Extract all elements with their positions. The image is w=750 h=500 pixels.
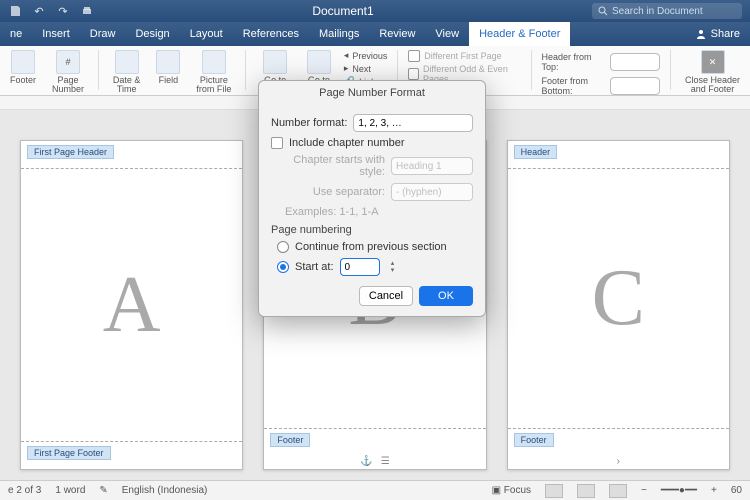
page-number-format-dialog: Page Number Format Number format: 1, 2, … bbox=[258, 80, 486, 317]
title-bar: ↶ ↷ Document1 Search in Document bbox=[0, 0, 750, 22]
continue-radio[interactable] bbox=[277, 241, 289, 253]
tab-header-footer[interactable]: Header & Footer bbox=[469, 22, 570, 46]
previous-button[interactable]: ◂ Previous bbox=[344, 50, 388, 61]
tab-references[interactable]: References bbox=[233, 22, 309, 46]
focus-mode[interactable]: ▣ Focus bbox=[492, 485, 531, 496]
search-input[interactable]: Search in Document bbox=[592, 3, 742, 19]
header-from-top-input[interactable] bbox=[610, 53, 660, 71]
page-1: First Page Header A First Page Footer bbox=[20, 140, 243, 470]
zoom-in-button[interactable]: + bbox=[711, 485, 717, 496]
word-count[interactable]: 1 word bbox=[55, 485, 85, 496]
view-web-icon[interactable] bbox=[577, 484, 595, 498]
menu-icon: ☰ bbox=[381, 456, 390, 467]
date-time-button[interactable]: Date & Time bbox=[109, 50, 145, 94]
page-letter: C bbox=[508, 169, 729, 428]
dialog-title: Page Number Format bbox=[259, 81, 485, 103]
page-3: Header C Footer › bbox=[507, 140, 730, 470]
document-title: Document1 bbox=[94, 4, 592, 18]
footer-badge: Footer bbox=[514, 433, 554, 447]
view-outline-icon[interactable] bbox=[609, 484, 627, 498]
picture-button[interactable]: Picture from File bbox=[192, 50, 235, 94]
position-group: Header from Top: Footer from Bottom: bbox=[542, 50, 661, 98]
start-at-input[interactable] bbox=[340, 258, 380, 276]
start-at-radio[interactable] bbox=[277, 261, 289, 273]
tab-mailings[interactable]: Mailings bbox=[309, 22, 369, 46]
tab-home[interactable]: ne bbox=[0, 22, 32, 46]
print-icon[interactable] bbox=[80, 4, 94, 18]
footer-badge: First Page Footer bbox=[27, 446, 111, 460]
cancel-button[interactable]: Cancel bbox=[359, 286, 413, 306]
footer-from-bottom-input[interactable] bbox=[610, 77, 660, 95]
options-group: Different First Page Different Odd & Eve… bbox=[408, 50, 520, 84]
start-at-stepper[interactable]: ▴▾ bbox=[388, 260, 398, 274]
number-format-select[interactable]: 1, 2, 3, … bbox=[353, 114, 473, 132]
anchor-icon: ⚓ bbox=[360, 456, 372, 467]
view-print-icon[interactable] bbox=[545, 484, 563, 498]
footer-button[interactable]: Footer bbox=[6, 50, 40, 85]
close-header-footer-button[interactable]: ✕Close Header and Footer bbox=[681, 50, 744, 94]
save-icon[interactable] bbox=[8, 4, 22, 18]
page-number-button[interactable]: #Page Number bbox=[48, 50, 88, 94]
separator-select: - (hyphen) bbox=[391, 183, 473, 201]
include-chapter-checkbox[interactable] bbox=[271, 137, 283, 149]
spellcheck-icon[interactable]: ✎ bbox=[99, 485, 107, 496]
share-button[interactable]: Share bbox=[685, 28, 750, 40]
undo-icon[interactable]: ↶ bbox=[32, 4, 46, 18]
diff-first-page-checkbox[interactable]: Different First Page bbox=[408, 50, 520, 62]
page-count[interactable]: e 2 of 3 bbox=[8, 485, 41, 496]
page-letter: A bbox=[21, 169, 242, 441]
menu-tabs: ne Insert Draw Design Layout References … bbox=[0, 22, 750, 46]
tab-insert[interactable]: Insert bbox=[32, 22, 80, 46]
language[interactable]: English (Indonesia) bbox=[122, 485, 208, 496]
tab-design[interactable]: Design bbox=[125, 22, 179, 46]
zoom-slider[interactable]: ━━━●━━ bbox=[661, 485, 697, 496]
footer-badge: Footer bbox=[270, 433, 310, 447]
status-bar: e 2 of 3 1 word ✎ English (Indonesia) ▣ … bbox=[0, 480, 750, 500]
tab-layout[interactable]: Layout bbox=[180, 22, 233, 46]
field-button[interactable]: Field bbox=[152, 50, 184, 85]
redo-icon[interactable]: ↷ bbox=[56, 4, 70, 18]
zoom-level[interactable]: 60 bbox=[731, 485, 742, 496]
header-badge: First Page Header bbox=[27, 145, 114, 159]
caret-icon: › bbox=[617, 456, 620, 467]
ok-button[interactable]: OK bbox=[419, 286, 473, 306]
next-button[interactable]: ▸ Next bbox=[344, 63, 388, 74]
search-placeholder: Search in Document bbox=[612, 6, 703, 17]
chapter-style-select: Heading 1 bbox=[391, 157, 473, 175]
tab-review[interactable]: Review bbox=[369, 22, 425, 46]
header-badge: Header bbox=[514, 145, 558, 159]
section-label: Page numbering bbox=[271, 224, 473, 236]
zoom-out-button[interactable]: − bbox=[641, 485, 647, 496]
tab-draw[interactable]: Draw bbox=[80, 22, 126, 46]
tab-view[interactable]: View bbox=[425, 22, 469, 46]
